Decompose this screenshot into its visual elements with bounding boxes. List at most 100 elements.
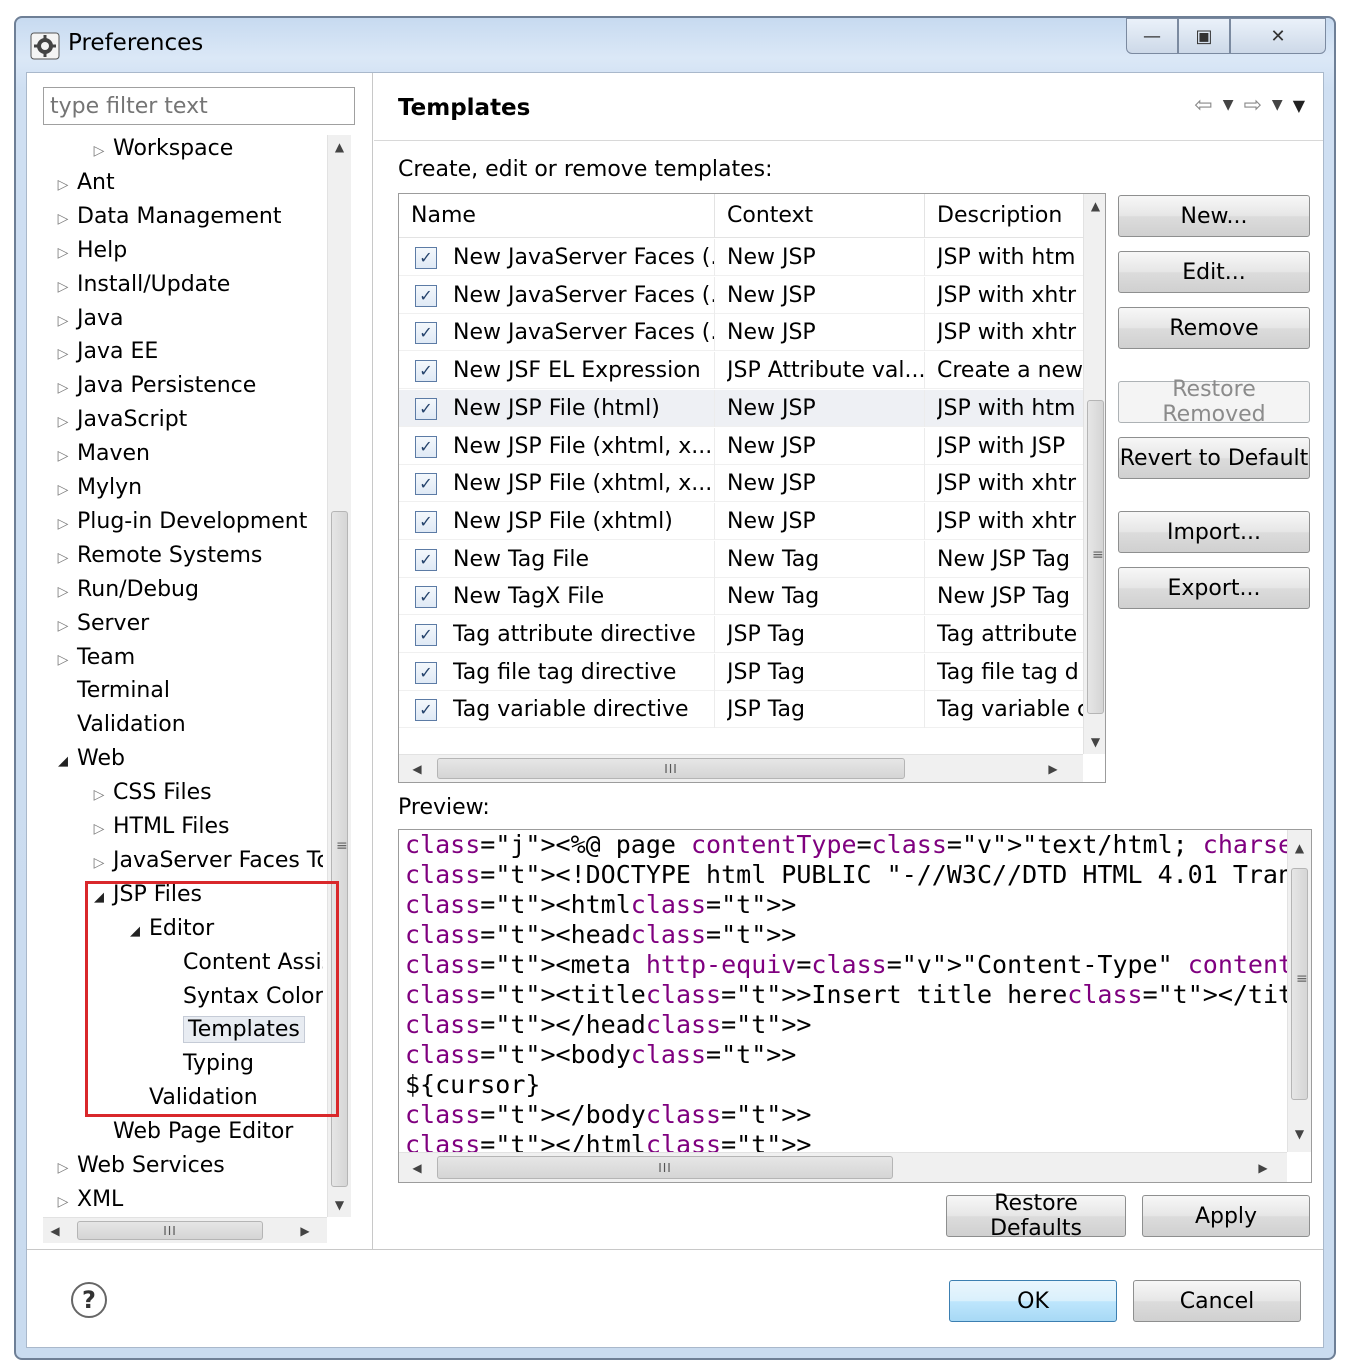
enabled-checkbox[interactable]: ✓: [415, 473, 437, 496]
expand-arrow-icon[interactable]: ▷: [85, 135, 113, 167]
restore-defaults-button[interactable]: Restore Defaults: [946, 1191, 1126, 1241]
column-header-description[interactable]: Description: [925, 194, 1083, 238]
column-header-name[interactable]: Name: [399, 194, 715, 238]
restore-removed-button[interactable]: Restore Removed: [1118, 377, 1310, 427]
apply-button[interactable]: Apply: [1142, 1195, 1310, 1237]
expand-arrow-icon[interactable]: ▷: [49, 271, 77, 303]
remove-button[interactable]: Remove: [1118, 307, 1310, 349]
expand-arrow-icon[interactable]: ▷: [49, 474, 77, 506]
expand-arrow-icon[interactable]: ▷: [85, 847, 113, 879]
expand-arrow-icon[interactable]: ▷: [49, 644, 77, 676]
filter-input[interactable]: [43, 87, 355, 125]
expand-arrow-icon[interactable]: ▷: [85, 779, 113, 811]
table-row[interactable]: ✓ New Tag File New Tag New JSP Tag: [399, 540, 1083, 578]
expand-arrow-icon[interactable]: ▷: [49, 1152, 77, 1184]
scroll-right-arrow-icon[interactable]: ▶: [1251, 1153, 1275, 1182]
enabled-checkbox[interactable]: ✓: [415, 661, 437, 684]
table-row[interactable]: ✓ New JSP File (html) New JSP JSP with htm: [399, 389, 1083, 427]
column-header-context[interactable]: Context: [715, 194, 925, 238]
enabled-checkbox[interactable]: ✓: [415, 586, 437, 609]
tree-item[interactable]: ▷ Maven: [49, 438, 150, 472]
tree-item[interactable]: ▷JavaServer Faces Tools: [85, 845, 323, 879]
export-button[interactable]: Export...: [1118, 567, 1310, 609]
table-vertical-scrollbar[interactable]: ▲ ≡ ▼: [1083, 194, 1105, 754]
expand-arrow-icon[interactable]: ▷: [49, 169, 77, 201]
tree-item[interactable]: ▷ Remote Systems: [49, 540, 263, 574]
table-row[interactable]: ✓ New JSP File (xhtml, x... New JSP JSP wit…: [399, 427, 1083, 465]
tree-item[interactable]: ▷ Run/Debug: [49, 574, 199, 608]
expand-arrow-icon[interactable]: ▷: [49, 305, 77, 337]
expand-arrow-icon[interactable]: ▷: [49, 440, 77, 472]
table-vertical-scroll-thumb[interactable]: ≡: [1087, 400, 1104, 714]
expand-arrow-icon[interactable]: ▷: [49, 203, 77, 235]
enabled-checkbox[interactable]: ✓: [415, 699, 437, 722]
enabled-checkbox[interactable]: ✓: [415, 360, 437, 383]
tree-item[interactable]: ▷ HTML Files: [85, 811, 230, 845]
tree-item[interactable]: ▷ Java: [49, 303, 124, 337]
enabled-checkbox[interactable]: ✓: [415, 322, 437, 345]
tree-item[interactable]: ▷ XML: [49, 1184, 124, 1218]
scroll-down-arrow-icon[interactable]: ▼: [1084, 730, 1105, 754]
forward-arrow-icon[interactable]: ⇨: [1243, 93, 1261, 118]
tree-horizontal-scroll-thumb[interactable]: III: [77, 1221, 263, 1240]
tree-item[interactable]: ▷ Team: [49, 642, 136, 676]
tree-item[interactable]: ▷ Plug-in Development: [49, 506, 308, 540]
scroll-right-arrow-icon[interactable]: ▶: [1041, 755, 1065, 782]
scroll-down-arrow-icon[interactable]: ▼: [328, 1193, 351, 1217]
import-button[interactable]: Import...: [1118, 511, 1310, 553]
tree-item[interactable]: Validation: [49, 709, 186, 743]
cancel-button[interactable]: Cancel: [1133, 1280, 1301, 1322]
table-horizontal-scrollbar[interactable]: ◀ III ▶: [399, 754, 1083, 782]
template-preview[interactable]: class="j"><%@ page contentType=class="v"…: [398, 829, 1312, 1183]
tree-item[interactable]: ▷ Java Persistence: [49, 370, 257, 404]
revert-to-default-button[interactable]: Revert to Default: [1118, 437, 1310, 479]
tree-item[interactable]: ▷ Data Management: [49, 201, 282, 235]
enabled-checkbox[interactable]: ✓: [415, 510, 437, 533]
title-bar[interactable]: Preferences — ▣ ✕: [16, 18, 1334, 74]
view-menu-icon[interactable]: ▼: [1293, 93, 1305, 118]
tree-item[interactable]: ▷ Web Services: [49, 1150, 225, 1184]
tree-item[interactable]: ▷ Install/Update: [49, 269, 231, 303]
scroll-right-arrow-icon[interactable]: ▶: [293, 1218, 317, 1243]
scroll-down-arrow-icon[interactable]: ▼: [1288, 1122, 1311, 1146]
expand-arrow-icon[interactable]: ▷: [85, 813, 113, 845]
expand-arrow-icon[interactable]: ▷: [49, 372, 77, 404]
back-arrow-icon[interactable]: ⇦: [1194, 93, 1212, 118]
expand-arrow-icon[interactable]: ▷: [49, 406, 77, 438]
scroll-left-arrow-icon[interactable]: ◀: [43, 1218, 67, 1243]
new-button[interactable]: New...: [1118, 195, 1310, 237]
tree-item[interactable]: ▷ JavaScript: [49, 404, 188, 438]
tree-item[interactable]: ◢ Web: [49, 743, 125, 777]
expand-arrow-icon[interactable]: ▷: [49, 508, 77, 540]
table-row[interactable]: ✓ Tag file tag directive JSP Tag Tag file t…: [399, 653, 1083, 691]
table-row[interactable]: ✓ Tag variable directive JSP Tag Tag variab…: [399, 691, 1083, 729]
tree-item[interactable]: ▷ CSS Files: [85, 777, 212, 811]
preview-horizontal-scroll-thumb[interactable]: III: [437, 1156, 893, 1179]
expand-arrow-icon[interactable]: ▷: [49, 237, 77, 269]
enabled-checkbox[interactable]: ✓: [415, 284, 437, 307]
table-row[interactable]: ✓ New JSP File (xhtml) New JSP JSP with xht…: [399, 502, 1083, 540]
tree-item[interactable]: ▷ Ant: [49, 167, 115, 201]
edit-button[interactable]: Edit...: [1118, 251, 1310, 293]
close-button[interactable]: ✕: [1230, 18, 1326, 54]
preview-vertical-scroll-thumb[interactable]: ≡: [1291, 868, 1308, 1100]
ok-button[interactable]: OK: [949, 1280, 1117, 1322]
help-icon[interactable]: ?: [71, 1282, 107, 1318]
tree-item[interactable]: ▷ Workspace: [85, 133, 234, 167]
tree-item[interactable]: ▷ Help: [49, 235, 128, 269]
expand-arrow-icon[interactable]: ▷: [49, 1186, 77, 1218]
table-row[interactable]: ✓ Tag attribute directive JSP Tag Tag attri…: [399, 616, 1083, 653]
back-dropdown-icon[interactable]: ▼: [1223, 93, 1234, 118]
forward-dropdown-icon[interactable]: ▼: [1272, 93, 1283, 118]
tree-item[interactable]: ▷ Server: [49, 608, 150, 642]
table-row[interactable]: ✓ New JavaServer Faces (... New JSP JSP wit…: [399, 239, 1083, 276]
table-row[interactable]: ✓ New JSF EL Expression JSP Attribute val.…: [399, 352, 1083, 390]
scroll-up-arrow-icon[interactable]: ▲: [1288, 836, 1311, 860]
scroll-up-arrow-icon[interactable]: ▲: [1084, 194, 1105, 218]
minimize-button[interactable]: —: [1126, 18, 1178, 54]
enabled-checkbox[interactable]: ✓: [415, 624, 437, 646]
expand-arrow-icon[interactable]: ▷: [49, 338, 77, 370]
tree-item[interactable]: ▷ Java EE: [49, 336, 159, 370]
table-row[interactable]: ✓ New JavaServer Faces (... New JSP JSP wit…: [399, 314, 1083, 352]
enabled-checkbox[interactable]: ✓: [415, 247, 437, 269]
